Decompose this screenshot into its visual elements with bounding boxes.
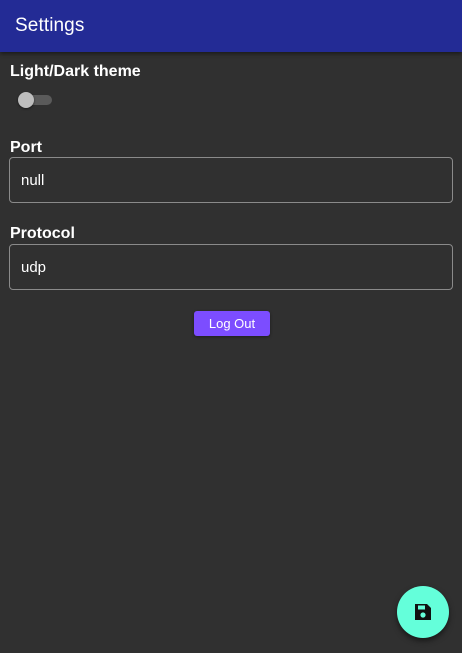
page-title: Settings <box>15 15 85 36</box>
save-icon <box>414 603 432 621</box>
port-label: Port <box>10 139 42 156</box>
port-input[interactable] <box>9 157 453 203</box>
app-bar: Settings <box>0 0 462 52</box>
protocol-input[interactable] <box>9 244 453 290</box>
toggle-thumb <box>18 92 34 108</box>
theme-toggle[interactable] <box>18 92 54 108</box>
logout-button[interactable]: Log Out <box>194 311 270 336</box>
theme-label: Light/Dark theme <box>10 63 141 80</box>
protocol-label: Protocol <box>10 225 75 242</box>
save-button[interactable] <box>397 586 449 638</box>
